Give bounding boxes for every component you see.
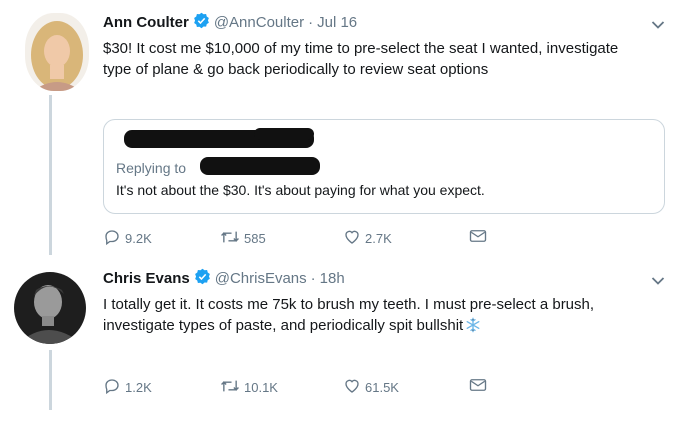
reply-icon [103, 377, 125, 398]
tweet-1-retweet-count: 585 [244, 231, 266, 246]
retweet-icon [220, 228, 244, 249]
tweet-2-actions: 1.2K 10.1K 61.5K [103, 377, 503, 397]
tweet-2-handle[interactable]: @ChrisEvans [215, 270, 307, 287]
tweet-2-like-count: 61.5K [365, 380, 399, 395]
tweet-2-text-block: I totally get it. It costs me 75k to bru… [103, 294, 648, 339]
verified-badge-icon [193, 12, 210, 33]
like-icon [343, 228, 365, 249]
tweet-2-author-name[interactable]: Chris Evans [103, 270, 190, 287]
reply-icon [103, 228, 125, 249]
tweet-1-handle[interactable]: @AnnCoulter [214, 14, 304, 31]
tweet-2-timestamp[interactable]: 18h [320, 270, 345, 287]
tweet-2-reply-count: 1.2K [125, 380, 152, 395]
avatar-ann-coulter[interactable] [25, 13, 89, 91]
thread-line-top [49, 95, 52, 255]
tweet-2-reply-button[interactable]: 1.2K [103, 377, 152, 398]
tweet-2-message-button[interactable] [469, 377, 491, 396]
tweet-1-like-count: 2.7K [365, 231, 392, 246]
tweet-2-like-button[interactable]: 61.5K [343, 377, 399, 398]
tweet-2-separator: · [310, 270, 316, 287]
chevron-down-icon[interactable] [651, 273, 665, 291]
tweet-2-retweet-button[interactable]: 10.1K [220, 377, 278, 398]
tweet-1-reply-button[interactable]: 9.2K [103, 228, 152, 249]
tweet-1-reply-count: 9.2K [125, 231, 152, 246]
chevron-down-icon[interactable] [651, 17, 665, 35]
tweet-1-like-button[interactable]: 2.7K [343, 228, 392, 249]
tweet-1-actions: 9.2K 585 2.7K [103, 228, 503, 248]
message-icon [469, 228, 491, 247]
quote-text: It's not about the $30. It's about payin… [116, 182, 485, 198]
tweet-1-header: Ann Coulter @AnnCoulter · Jul 16 [103, 12, 357, 33]
message-icon [469, 377, 491, 396]
tweet-2-text: I totally get it. It costs me 75k to bru… [103, 296, 595, 334]
avatar-chris-evans[interactable] [14, 272, 86, 344]
tweet-2-header: Chris Evans @ChrisEvans · 18h [103, 268, 345, 289]
tweet-1-author-name[interactable]: Ann Coulter [103, 14, 189, 31]
thread-line-bottom [49, 350, 52, 410]
tweet-2-retweet-count: 10.1K [244, 380, 278, 395]
snowflake-emoji-icon [465, 317, 481, 339]
redacted-reply-handle [200, 157, 320, 175]
quoted-tweet[interactable]: Replying to It's not about the $30. It's… [103, 119, 665, 214]
tweet-1-separator: · [308, 14, 314, 31]
verified-badge-icon [194, 268, 211, 289]
quote-replying-label: Replying to [116, 160, 187, 176]
tweet-1-text: $30! It cost me $10,000 of my time to pr… [103, 40, 619, 78]
retweet-icon [220, 377, 244, 398]
tweet-1-message-button[interactable] [469, 228, 491, 247]
like-icon [343, 377, 365, 398]
tweet-1-timestamp[interactable]: Jul 16 [317, 14, 357, 31]
tweet-1-retweet-button[interactable]: 585 [220, 228, 266, 249]
redacted-quote-author-extra [254, 128, 314, 140]
